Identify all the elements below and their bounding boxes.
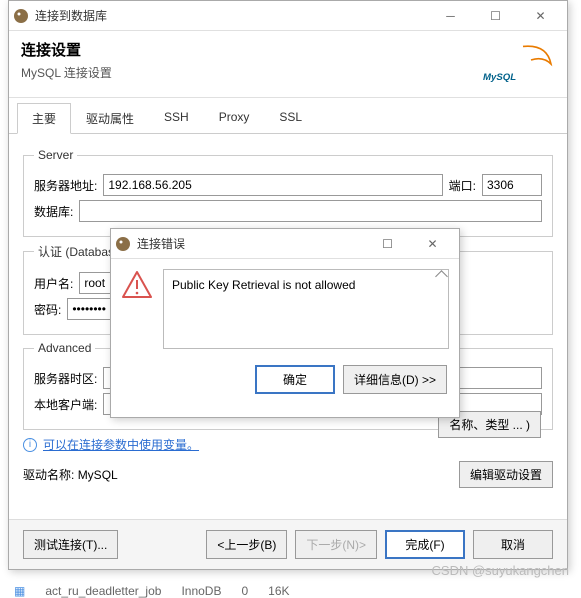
tab-proxy[interactable]: Proxy <box>204 103 265 134</box>
tab-bar: 主要 驱动属性 SSH Proxy SSL <box>9 102 567 134</box>
error-maximize-button[interactable]: ☐ <box>365 234 410 254</box>
close-button[interactable]: ✕ <box>518 6 563 26</box>
timezone-label: 服务器时区: <box>34 370 97 387</box>
tab-ssh[interactable]: SSH <box>149 103 204 134</box>
window-title: 连接到数据库 <box>35 7 428 24</box>
local-client-label: 本地客户端: <box>34 396 97 413</box>
bg-engine: InnoDB <box>181 584 221 598</box>
database-label: 数据库: <box>34 203 73 220</box>
bg-table-name: act_ru_deadletter_job <box>45 584 161 598</box>
error-title: 连接错误 <box>137 235 365 252</box>
port-label: 端口: <box>449 177 476 194</box>
mysql-logo: MySQL <box>475 39 555 89</box>
maximize-button[interactable]: ☐ <box>473 6 518 26</box>
ok-button[interactable]: 确定 <box>255 365 335 394</box>
error-dialog: 连接错误 ☐ ✕ Public Key Retrieval is not all… <box>110 228 460 418</box>
main-titlebar: 连接到数据库 ─ ☐ ✕ <box>9 1 567 31</box>
back-button[interactable]: <上一步(B) <box>206 530 287 559</box>
tab-main[interactable]: 主要 <box>17 103 71 134</box>
warning-icon <box>121 269 153 349</box>
header: 连接设置 MySQL 连接设置 MySQL <box>9 31 567 98</box>
bg-rows: 0 <box>241 584 248 598</box>
server-group: Server 服务器地址: 端口: 数据库: <box>23 148 553 237</box>
watermark: CSDN @suyukangchen <box>432 563 569 578</box>
page-title: 连接设置 <box>21 39 475 60</box>
driver-row: 驱动名称: MySQL 编辑驱动设置 <box>23 461 553 488</box>
variables-link[interactable]: 可以在连接参数中使用变量。 <box>43 436 199 453</box>
info-icon: i <box>23 438 37 452</box>
next-button: 下一步(N)> <box>295 530 377 559</box>
svg-text:MySQL: MySQL <box>483 72 516 83</box>
test-connection-button[interactable]: 测试连接(T)... <box>23 530 118 559</box>
error-message-box: Public Key Retrieval is not allowed <box>163 269 449 349</box>
table-icon: ▦ <box>14 584 25 598</box>
password-label: 密码: <box>34 301 61 318</box>
tab-ssl[interactable]: SSL <box>264 103 317 134</box>
error-footer: 确定 详细信息(D) >> <box>111 359 459 404</box>
username-label: 用户名: <box>34 275 73 292</box>
server-legend: Server <box>34 148 77 162</box>
host-label: 服务器地址: <box>34 177 97 194</box>
finish-button[interactable]: 完成(F) <box>385 530 465 559</box>
bg-size: 16K <box>268 584 289 598</box>
error-close-button[interactable]: ✕ <box>410 234 455 254</box>
dbeaver-icon <box>13 8 29 24</box>
wizard-footer: 测试连接(T)... <上一步(B) 下一步(N)> 完成(F) 取消 <box>9 519 567 569</box>
driver-value: MySQL <box>78 468 118 482</box>
advanced-legend: Advanced <box>34 341 95 355</box>
driver-label: 驱动名称: <box>23 468 74 482</box>
tab-driver[interactable]: 驱动属性 <box>71 103 149 134</box>
host-input[interactable] <box>103 174 442 196</box>
error-message: Public Key Retrieval is not allowed <box>172 278 355 292</box>
edit-driver-button[interactable]: 编辑驱动设置 <box>459 461 553 488</box>
error-body: Public Key Retrieval is not allowed <box>111 259 459 359</box>
info-row: i 可以在连接参数中使用变量。 <box>23 436 553 453</box>
error-titlebar: 连接错误 ☐ ✕ <box>111 229 459 259</box>
port-input[interactable] <box>482 174 542 196</box>
window-controls: ─ ☐ ✕ <box>428 6 563 26</box>
cancel-button[interactable]: 取消 <box>473 530 553 559</box>
database-input[interactable] <box>79 200 542 222</box>
dbeaver-icon <box>115 236 131 252</box>
page-subtitle: MySQL 连接设置 <box>21 64 475 81</box>
details-button[interactable]: 详细信息(D) >> <box>343 365 447 394</box>
background-table-row: ▦ act_ru_deadletter_job InnoDB 0 16K <box>14 584 569 598</box>
minimize-button[interactable]: ─ <box>428 6 473 26</box>
